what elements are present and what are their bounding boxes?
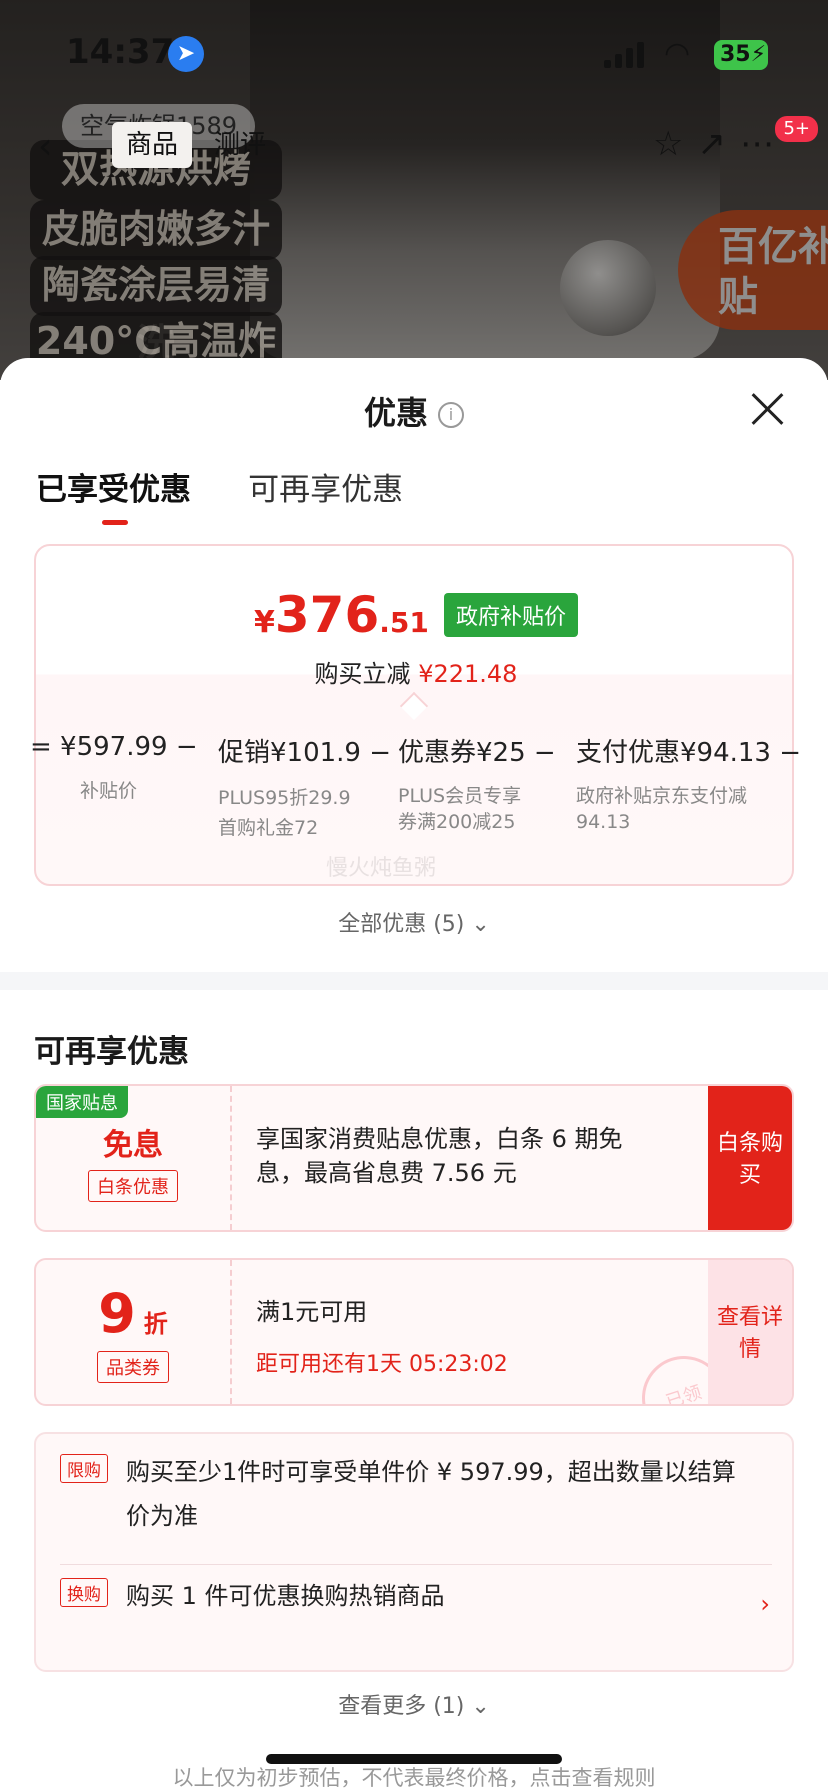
formula-item: 促销¥101.9 − PLUS95折29.9 首购礼金72 <box>218 732 392 843</box>
final-price: ¥376.51 政府补贴价 <box>36 586 796 644</box>
pointer-arrow <box>399 691 429 721</box>
offer-tag: 国家贴息 <box>36 1086 128 1118</box>
formula-sub-line: PLUS95折29.9 <box>218 787 351 809</box>
formula-main: 支付优惠¥94.13 − <box>576 738 802 768</box>
rule-text: 购买 1 件可优惠换购热销商品 <box>126 1582 445 1610</box>
formula-item: 优惠券¥25 − PLUS会员专享券满200减25 <box>398 732 556 835</box>
reduce-value: ¥221.48 <box>418 660 518 688</box>
offer-headline: 免息 <box>103 1128 163 1163</box>
info-icon[interactable]: i <box>438 402 464 428</box>
notification-badge: 5+ <box>775 116 818 142</box>
battery-icon: 35⚡ <box>714 40 768 70</box>
baitiao-buy-button[interactable]: 白条购买 <box>708 1086 792 1230</box>
view-details-button[interactable]: 查看详情 <box>708 1260 792 1404</box>
nav-action-icons[interactable]: ☆↗⋯ <box>653 124 788 164</box>
coupon-condition: 满1元可用 <box>256 1298 368 1326</box>
formula-main: 优惠券¥25 − <box>398 738 556 768</box>
reduce-line: 购买立减 ¥221.48 <box>36 654 796 689</box>
rule-text: 购买至少1件时可享受单件价 ¥ 597.99，超出数量以结算价为准 <box>126 1458 736 1530</box>
status-time: 14:37 <box>66 32 175 72</box>
offer-sub-badge: 品类券 <box>97 1351 169 1383</box>
price-decimal: .51 <box>379 606 429 639</box>
promotion-sheet: 优惠 i 已享受优惠 可再享优惠 ¥376.51 政府补贴价 购买立减 ¥221.… <box>0 358 828 1792</box>
back-icon[interactable]: ‹ <box>38 126 52 167</box>
close-button[interactable] <box>750 392 784 426</box>
battery-level: 35 <box>720 42 751 67</box>
discount-unit: 折 <box>143 1310 168 1338</box>
wifi-icon: ◠ <box>664 36 691 71</box>
formula-sub: 政府补贴京东支付减94.13 <box>576 785 748 833</box>
offer-card-interest-free: 国家贴息 免息 白条优惠 享国家消费贴息优惠，白条 6 期免息，最高省息费 7.… <box>34 1084 794 1232</box>
offer-left: 国家贴息 免息 白条优惠 <box>36 1086 232 1230</box>
section-divider <box>0 972 828 990</box>
chevron-right-icon[interactable]: › <box>760 1590 770 1618</box>
formula-main: = ¥597.99 − <box>30 732 198 762</box>
offer-sub-badge: 白条优惠 <box>88 1170 178 1202</box>
signal-icon <box>604 42 646 68</box>
tab-product[interactable]: 商品 <box>112 122 193 168</box>
currency-symbol: ¥ <box>254 605 275 640</box>
coupon-countdown: 距可用还有1天 05:23:02 <box>256 1352 508 1377</box>
formula-item: = ¥597.99 − 补贴价 <box>30 732 198 806</box>
formula-sub: 补贴价 <box>80 780 138 802</box>
rule-separator <box>60 1564 772 1565</box>
rule-tag: 换购 <box>60 1578 108 1607</box>
tab-enjoyed[interactable]: 已享受优惠 <box>36 464 191 525</box>
location-arrow-icon: ➤ <box>168 36 204 72</box>
offer-left: 9折 品类券 <box>36 1260 232 1404</box>
price-breakdown-card: ¥376.51 政府补贴价 购买立减 ¥221.48 = ¥597.99 − 补… <box>30 544 802 886</box>
offer-description: 享国家消费贴息优惠，白条 6 期免息，最高省息费 7.56 元 <box>256 1125 623 1187</box>
sheet-tabs: 已享受优惠 可再享优惠 <box>36 464 455 525</box>
see-more-link[interactable]: 查看更多 (1) ⌄ <box>0 1688 828 1720</box>
sheet-title-text: 优惠 <box>363 394 428 432</box>
tab-available[interactable]: 可再享优惠 <box>248 464 403 509</box>
tab-review[interactable]: 测评 <box>200 122 280 168</box>
rule-tag: 限购 <box>60 1454 108 1483</box>
formula-item: 支付优惠¥94.13 − 政府补贴京东支付减94.13 <box>576 732 802 835</box>
reduce-label: 购买立减 <box>314 660 411 688</box>
formula-sub-line: 首购礼金72 <box>218 817 319 839</box>
sheet-title: 优惠 i <box>0 388 828 434</box>
discount-value: 9折 <box>36 1282 230 1345</box>
formula-sub: PLUS会员专享券满200减25 <box>398 785 522 833</box>
footer-note[interactable]: 以上仅为初步预估，不代表最终价格，点击查看规则 <box>0 1762 828 1792</box>
gov-price-badge: 政府补贴价 <box>443 593 578 637</box>
watermark: 慢火炖鱼粥 <box>326 856 437 881</box>
home-indicator <box>266 1754 562 1764</box>
discount-number: 9 <box>98 1282 136 1345</box>
purchase-rules: 限购 购买至少1件时可享受单件价 ¥ 597.99，超出数量以结算价为准 换购 … <box>34 1432 794 1672</box>
price-integer: 376 <box>274 586 380 644</box>
formula-main: 促销¥101.9 − <box>218 738 392 768</box>
formula-sub: PLUS95折29.9 首购礼金72 <box>218 783 374 843</box>
status-bar: 14:37 ➤ ◠ 35⚡ <box>0 0 828 110</box>
nav-bar: ‹ 商品 测评 ☆↗⋯ 5+ <box>0 110 828 180</box>
all-promotions-link[interactable]: 全部优惠 (5) ⌄ <box>0 906 828 938</box>
offer-card-coupon: 9折 品类券 满1元可用 距可用还有1天 05:23:02 已领 查看详情 <box>34 1258 794 1406</box>
section-title: 可再享优惠 <box>34 1034 189 1070</box>
